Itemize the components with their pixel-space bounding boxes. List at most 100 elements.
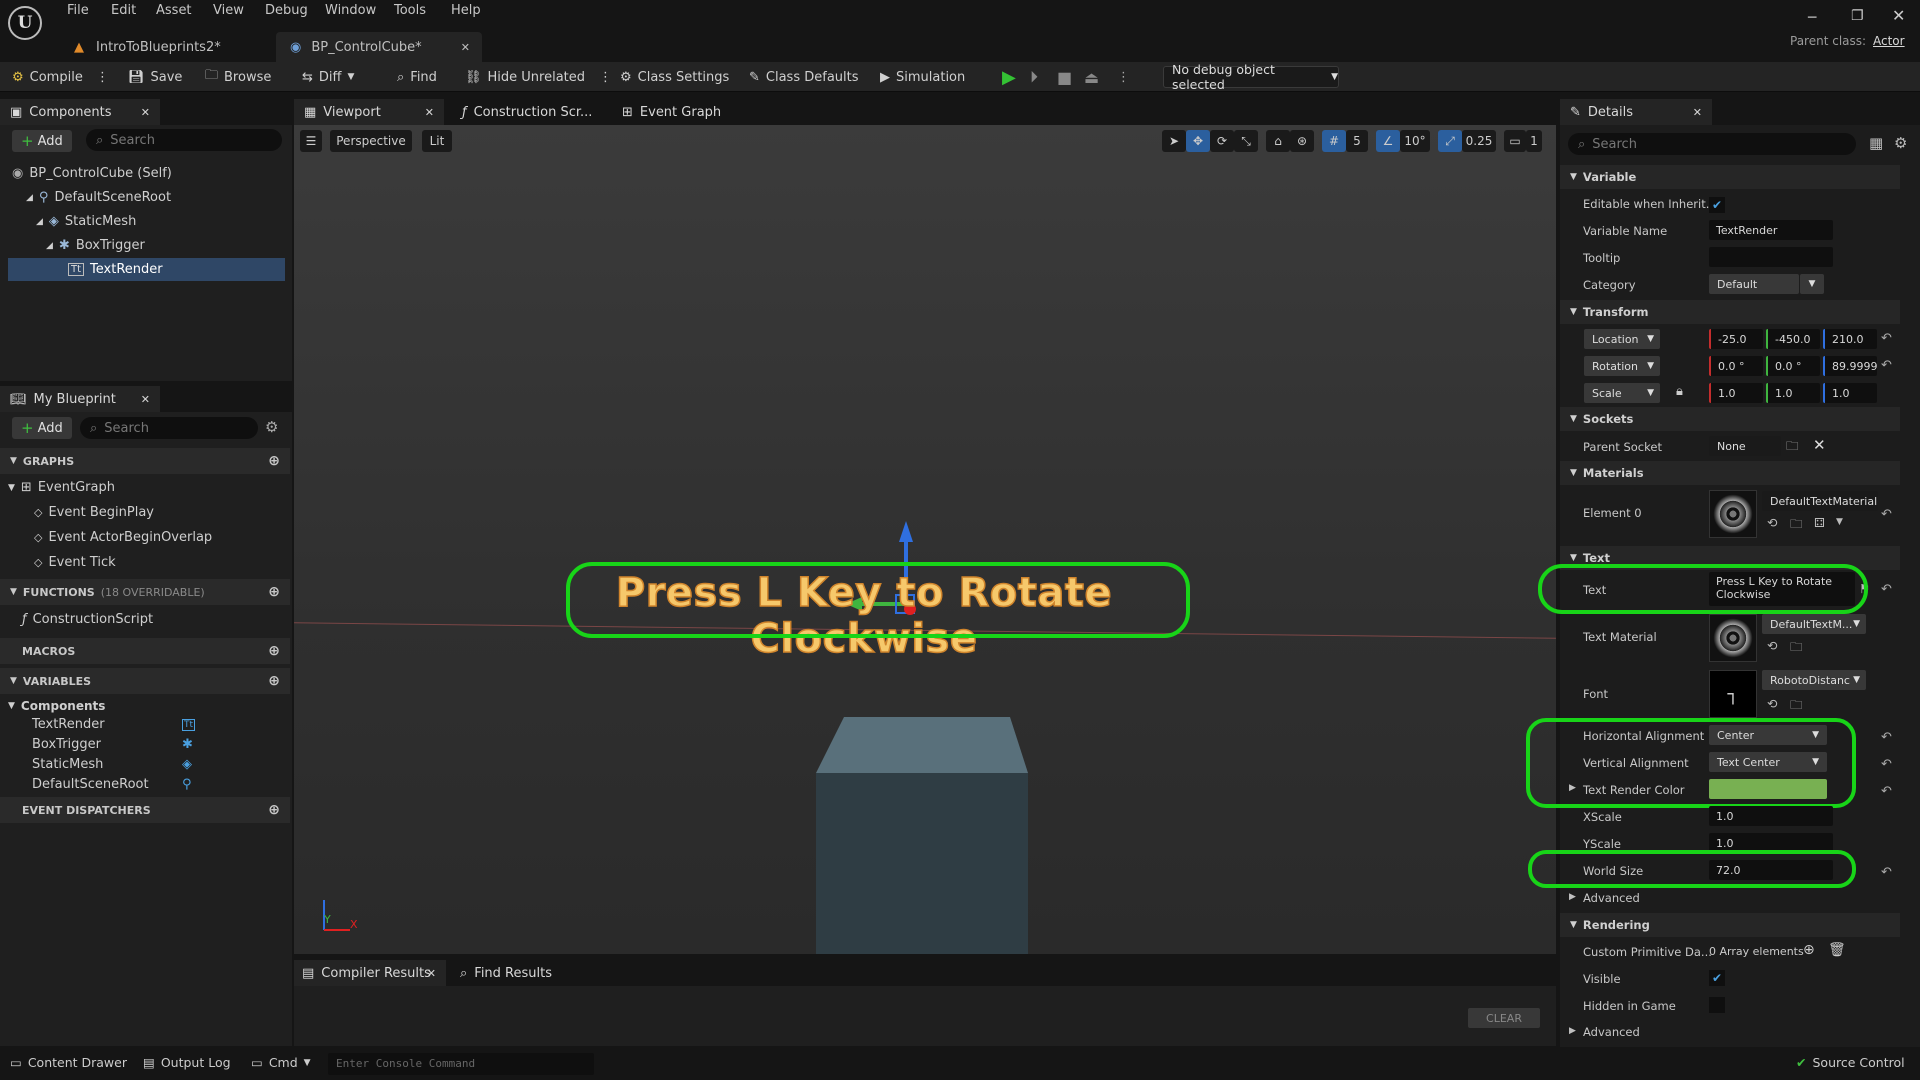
reset-world-size-icon[interactable]: ↶	[1881, 865, 1892, 880]
category-dropdown[interactable]: Default	[1709, 274, 1799, 294]
close-tab-icon[interactable]: ✕	[1693, 106, 1702, 119]
menu-tools[interactable]: Tools	[394, 3, 426, 18]
category-chevron[interactable]: ▼	[1800, 274, 1824, 294]
cmd-dropdown[interactable]: ▭ Cmd ▼	[251, 1055, 311, 1070]
menu-file[interactable]: File	[67, 3, 89, 18]
stop-icon[interactable]: ■	[1057, 62, 1072, 92]
debug-object-dropdown[interactable]: No debug object selected ▼	[1163, 62, 1339, 92]
reset-color-icon[interactable]: ↶	[1881, 784, 1892, 799]
close-tab-icon[interactable]: ✕	[425, 106, 434, 119]
unreal-logo[interactable]: U	[8, 6, 42, 40]
tree-item-staticmesh[interactable]: ◢ ◈ StaticMesh	[36, 210, 136, 233]
reset-rotation-icon[interactable]: ↶	[1881, 358, 1892, 373]
tree-item-boxtrigger[interactable]: ◢ ✱ BoxTrigger	[46, 234, 145, 257]
rotation-y-field[interactable]: 0.0 °	[1766, 356, 1820, 376]
output-log-button[interactable]: ▤ Output Log	[143, 1055, 231, 1070]
scale-y-field[interactable]: 1.0	[1766, 383, 1820, 403]
expand-icon[interactable]: ◢	[26, 193, 33, 203]
step-icon[interactable]: ⏵	[1030, 62, 1038, 92]
rotate-icon[interactable]: ⟳	[1210, 130, 1234, 152]
add-component-button[interactable]: + Add	[12, 130, 72, 152]
add-member-button[interactable]: + Add	[12, 417, 72, 439]
grid-snap-value[interactable]: 5	[1346, 130, 1368, 152]
menu-debug[interactable]: Debug	[265, 3, 308, 18]
tree-item-self[interactable]: ◉ BP_ControlCube (Self)	[12, 162, 172, 185]
tab-bp-controlcube[interactable]: ◉ BP_ControlCube* ✕	[276, 32, 482, 62]
browse-material-icon[interactable]: 🗀	[1790, 638, 1803, 659]
play-options-icon[interactable]: ⋮	[1117, 62, 1130, 92]
tab-construction-script[interactable]: ƒ Construction Scr...	[462, 99, 592, 125]
add-dispatcher-icon[interactable]: ⊕	[268, 802, 280, 818]
camera-speed-value[interactable]: 1	[1526, 130, 1542, 152]
tooltip-field[interactable]	[1709, 247, 1833, 267]
hide-unrelated-button[interactable]: ⛓ Hide Unrelated ⋮	[465, 62, 612, 92]
class-defaults-button[interactable]: ✎ Class Defaults	[749, 62, 859, 92]
text-material-thumbnail[interactable]	[1709, 614, 1757, 662]
find-button[interactable]: ⌕ Find	[397, 62, 437, 92]
expand-icon[interactable]: ▶	[1569, 892, 1576, 902]
grid-snap-icon[interactable]: #	[1322, 130, 1346, 152]
translate-icon[interactable]: ✥	[1186, 130, 1210, 152]
add-graph-icon[interactable]: ⊕	[268, 453, 280, 469]
expand-icon[interactable]: ◢	[46, 241, 53, 251]
tab-find-results[interactable]: ⌕ Find Results	[460, 960, 552, 986]
delete-elements-icon[interactable]: 🗑︎	[1828, 942, 1846, 958]
viewport-canvas[interactable]: Y X Press L Key to Rotate Clockwise	[294, 125, 1556, 954]
event-beginplay-item[interactable]: ◇ Event BeginPlay	[34, 501, 154, 524]
menu-help[interactable]: Help	[451, 3, 481, 18]
rotation-z-field[interactable]: 89.9999	[1823, 356, 1878, 376]
rotation-snap-icon[interactable]: ∠	[1376, 130, 1400, 152]
browse-socket-icon[interactable]: 🗀	[1786, 437, 1799, 458]
menu-asset[interactable]: Asset	[156, 3, 192, 18]
location-x-field[interactable]: -25.0	[1709, 329, 1763, 349]
variable-defaultsceneroot[interactable]: DefaultSceneRoot ⚲	[32, 773, 202, 796]
xscale-field[interactable]: 1.0	[1709, 806, 1833, 826]
diff-button[interactable]: ⇆ Diff ▼	[302, 62, 354, 92]
settings-gear-icon[interactable]: ⚙	[265, 418, 278, 436]
expand-icon[interactable]: ▶	[1569, 1026, 1576, 1036]
element0-dropdown[interactable]: DefaultTextMaterial	[1762, 491, 1878, 511]
restore-icon[interactable]: ❐	[1851, 8, 1864, 24]
close-tab-icon[interactable]: ✕	[461, 41, 470, 54]
tab-components[interactable]: ▣ Components ✕	[0, 99, 160, 125]
scale-snap-icon[interactable]: ⤢	[1438, 130, 1462, 152]
select-mode-icon[interactable]: ➤	[1162, 130, 1186, 152]
transform-category[interactable]: ▼ Transform	[1560, 300, 1900, 324]
event-graph-item[interactable]: ▼ ⊞ EventGraph	[8, 476, 115, 499]
expand-icon[interactable]: ◢	[36, 217, 43, 227]
my-blueprint-search[interactable]: ⌕ Search	[80, 417, 258, 439]
browse-button[interactable]: 🗀 Browse	[205, 62, 271, 92]
world-local-icon[interactable]: ⊛	[1290, 130, 1314, 152]
variable-name-field[interactable]: TextRender	[1709, 220, 1833, 240]
reset-h-align-icon[interactable]: ↶	[1881, 730, 1892, 745]
variable-category[interactable]: ▼ Variable	[1560, 165, 1900, 189]
material-thumbnail[interactable]	[1709, 490, 1757, 538]
rendering-category[interactable]: ▼ Rendering	[1560, 913, 1900, 937]
close-tab-icon[interactable]: ✕	[141, 393, 150, 406]
perspective-button[interactable]: Perspective	[330, 130, 412, 152]
location-z-field[interactable]: 210.0	[1823, 329, 1877, 349]
location-y-field[interactable]: -450.0	[1766, 329, 1820, 349]
save-button[interactable]: 💾︎ Save	[128, 62, 182, 92]
table-view-icon[interactable]: ▦	[1869, 134, 1883, 152]
sockets-category[interactable]: ▼ Sockets	[1560, 407, 1900, 431]
tree-item-textrender[interactable]: Tt TextRender	[68, 258, 163, 281]
parent-class-link[interactable]: Actor	[1873, 34, 1905, 48]
use-selected-icon[interactable]: ⟲	[1767, 515, 1777, 530]
browse-material-icon[interactable]: 🗀	[1790, 515, 1803, 536]
reset-location-icon[interactable]: ↶	[1881, 331, 1892, 346]
font-thumbnail[interactable]: ┐	[1709, 670, 1757, 718]
console-input[interactable]: Enter Console Command	[328, 1053, 594, 1075]
tab-viewport[interactable]: ▦ Viewport ✕	[294, 99, 444, 125]
materials-category[interactable]: ▼ Materials	[1560, 461, 1900, 485]
scale-z-field[interactable]: 1.0	[1823, 383, 1877, 403]
variables-section-header[interactable]: ▼ VARIABLES ⊕	[0, 668, 290, 694]
parent-socket-field[interactable]: None	[1709, 436, 1781, 456]
add-function-icon[interactable]: ⊕	[268, 584, 280, 600]
menu-view[interactable]: View	[213, 3, 244, 18]
close-window-icon[interactable]: ✕	[1892, 6, 1905, 25]
camera-speed-icon[interactable]: ▭	[1504, 130, 1526, 152]
macros-section-header[interactable]: MACROS ⊕	[0, 638, 290, 664]
browse-font-icon[interactable]: 🗀	[1790, 696, 1803, 717]
chevron-down-icon[interactable]: ▼	[1836, 517, 1843, 527]
